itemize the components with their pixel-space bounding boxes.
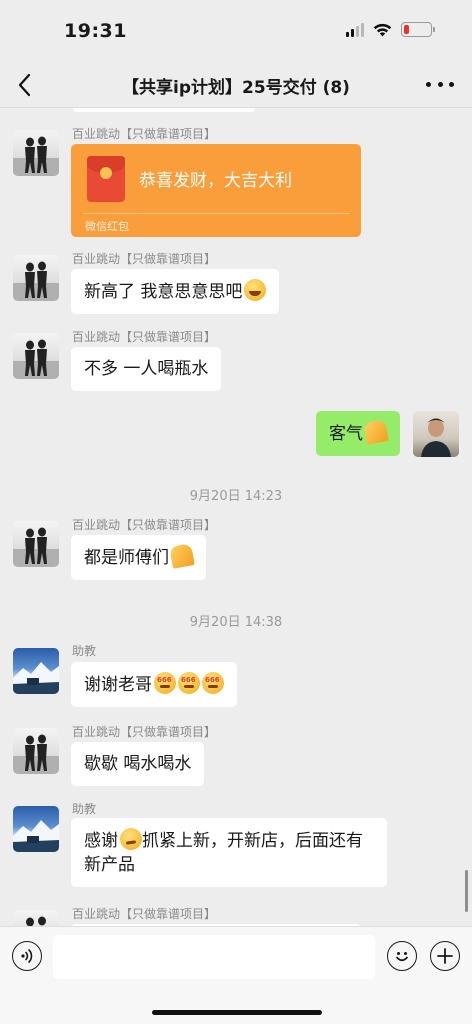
- status-time: 19:31: [64, 20, 127, 42]
- avatar[interactable]: [13, 130, 59, 176]
- home-indicator: [152, 1010, 322, 1015]
- status-bar: 19:31: [0, 0, 472, 62]
- message-text: 新高了 我意思意思吧: [84, 282, 243, 302]
- timestamp: 9月20日 14:38: [189, 615, 283, 630]
- input-bar: [0, 926, 472, 1024]
- avatar[interactable]: [13, 521, 59, 567]
- my-message-bubble[interactable]: 客气: [316, 411, 400, 456]
- 666-emoji-icon: [154, 668, 176, 694]
- voice-icon: [21, 949, 33, 963]
- sender-name: 百业跳动【只做靠谱项目】: [72, 252, 217, 266]
- avatar[interactable]: [13, 648, 59, 694]
- message-bubble[interactable]: 歇歇 喝水喝水: [71, 742, 205, 786]
- message-bubble[interactable]: 感谢 抓紧上新，开新店，后面还有新产品: [71, 818, 387, 887]
- message-text: 感谢: [84, 831, 118, 851]
- folded-hands-emoji-icon: [363, 419, 389, 445]
- avatar[interactable]: [13, 333, 59, 379]
- avatar[interactable]: [13, 910, 59, 926]
- back-button[interactable]: [14, 71, 40, 99]
- folded-hands-emoji-icon: [169, 543, 195, 569]
- message-text: 客气: [329, 424, 363, 444]
- message-text: 谢谢老哥: [84, 675, 152, 695]
- my-avatar[interactable]: [413, 411, 459, 457]
- 666-emoji-icon: [178, 668, 200, 694]
- emoji-icon: [396, 952, 408, 962]
- red-packet[interactable]: 恭喜发财，大吉大利 微信红包: [71, 144, 361, 237]
- 666-emoji-icon: [202, 668, 224, 694]
- nav-bar: 【共享ip计划】25号交付 (8): [0, 62, 472, 108]
- red-packet-label: 微信红包: [85, 220, 129, 233]
- status-icons: [346, 22, 435, 37]
- message-bubble[interactable]: 谢谢老哥: [71, 662, 237, 707]
- signal-icon: [346, 22, 364, 37]
- message-text: 歇歇 喝水喝水: [84, 754, 192, 774]
- sender-name: 百业跳动【只做靠谱项目】: [72, 725, 217, 739]
- more-button[interactable]: [426, 74, 454, 94]
- sender-name: 百业跳动【只做靠谱项目】: [72, 127, 217, 141]
- more-icon: [426, 81, 431, 87]
- red-packet-icon: [87, 156, 125, 202]
- message-bubble[interactable]: 新高了 我意思意思吧: [71, 269, 280, 314]
- plus-icon: [437, 948, 453, 964]
- avatar[interactable]: [13, 806, 59, 852]
- message-input[interactable]: [53, 935, 375, 979]
- sender-name: 百业跳动【只做靠谱项目】: [72, 518, 217, 532]
- smirk-emoji-icon: [120, 828, 142, 850]
- timestamp: 9月20日 14:23: [189, 489, 283, 504]
- previous-message-bubble: [73, 108, 255, 112]
- sender-name: 助教: [72, 802, 97, 816]
- wifi-icon: [373, 23, 392, 36]
- message-text: 不多 一人喝瓶水: [84, 359, 209, 379]
- laughing-emoji-icon: [244, 279, 267, 301]
- sender-name: 助教: [72, 644, 97, 658]
- emoji-button[interactable]: [387, 941, 417, 971]
- avatar[interactable]: [13, 728, 59, 774]
- voice-button[interactable]: [12, 941, 42, 971]
- red-packet-title: 恭喜发财，大吉大利: [139, 171, 292, 191]
- back-icon: [18, 73, 31, 97]
- scrollbar[interactable]: [465, 870, 468, 912]
- plus-button[interactable]: [430, 941, 460, 971]
- message-bubble[interactable]: 不多 一人喝瓶水: [71, 347, 222, 391]
- chat-title: 【共享ip计划】25号交付 (8): [122, 78, 350, 98]
- message-text: 都是师傅们: [84, 548, 169, 568]
- battery-icon: [401, 22, 435, 37]
- sender-name: 百业跳动【只做靠谱项目】: [72, 330, 217, 344]
- sender-name: 百业跳动【只做靠谱项目】: [72, 907, 217, 921]
- message-bubble[interactable]: 都是师傅们: [71, 535, 206, 580]
- avatar[interactable]: [13, 255, 59, 301]
- chat-area[interactable]: 百业跳动【只做靠谱项目】 恭喜发财，大吉大利 微信红包 百业跳动【只做靠谱项目】…: [0, 108, 472, 926]
